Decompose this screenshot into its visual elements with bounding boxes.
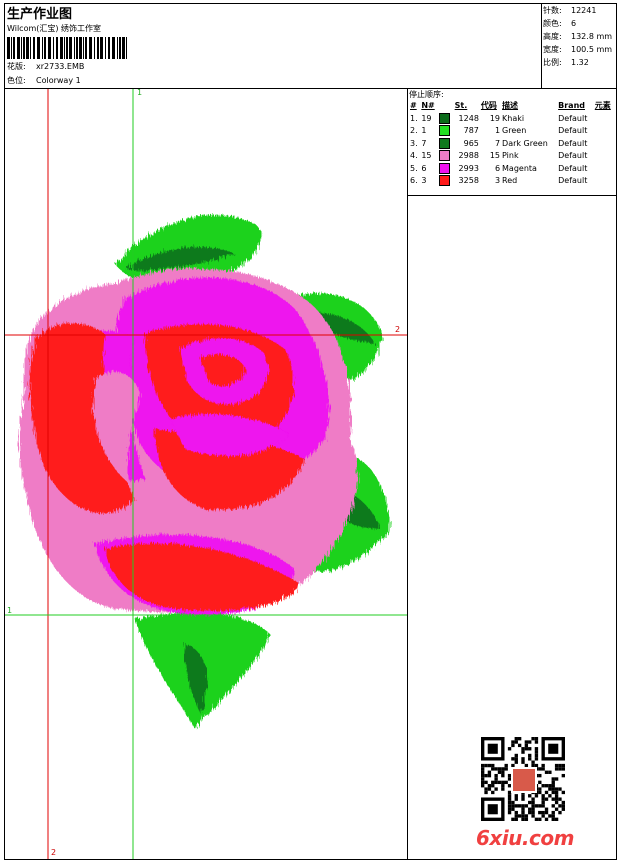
rose-embroidery [19, 214, 390, 729]
guide-label: 1 [137, 88, 143, 97]
stitch-count: 965 [463, 138, 479, 148]
row-index: 5. [410, 163, 418, 173]
watermark-logo: 6xiu.com [476, 826, 574, 850]
needle-number: 19 [421, 113, 432, 123]
row-index: 1. [410, 113, 418, 123]
color-description: Magenta [502, 163, 537, 173]
stat-label: 针数: [543, 6, 562, 15]
color-swatch-box [439, 125, 451, 136]
thread-brand: Default [558, 126, 588, 135]
color-description: Green [502, 126, 527, 135]
color-code: 6 [494, 163, 501, 173]
thread-brand: Default [558, 151, 588, 160]
color-swatch [438, 125, 453, 138]
color-description: Red [502, 176, 518, 185]
guide-label: 2 [51, 848, 57, 857]
element-cell [594, 150, 615, 163]
stitch-count: 787 [463, 126, 479, 135]
stat-value: 12241 [571, 6, 597, 15]
color-code: 1 [494, 126, 501, 135]
element-cell [594, 113, 615, 126]
stat-value: 100.5 mm [571, 45, 613, 54]
page-title: 生产作业图 [7, 7, 73, 22]
stat-label: 高度: [543, 32, 562, 41]
color-swatch-box [439, 175, 451, 186]
color-swatch [438, 175, 453, 188]
stitch-count: 2988 [458, 151, 479, 160]
color-description: Khaki [502, 113, 525, 123]
element-cell [594, 138, 615, 151]
needle-number: 7 [421, 138, 427, 148]
stitch-count: 2993 [458, 163, 479, 173]
col-header: 代码 [480, 101, 497, 110]
col-header: 元素 [594, 101, 611, 110]
row-index: 6. [410, 176, 418, 185]
element-cell [594, 175, 615, 188]
stat-value: 1.32 [571, 58, 589, 67]
color-swatch [438, 112, 453, 126]
stat-label: 颜色: [543, 19, 562, 28]
element-cell [594, 163, 615, 176]
table-row: 2. 1 787 1 Green Default [409, 125, 615, 138]
table-row: 5. 6 2993 6 Magenta Default [409, 162, 615, 176]
stat-value: 132.8 mm [571, 32, 613, 41]
col-header: St. [454, 101, 468, 110]
stitch-count: 1248 [458, 113, 479, 123]
colorway-label: 色位: [7, 76, 26, 85]
color-code: 19 [489, 113, 501, 123]
col-header: Brand [558, 101, 585, 110]
guide-label: 2 [395, 325, 401, 334]
color-code: 3 [494, 176, 501, 185]
table-row: 3. 7 965 7 Dark Green Default [409, 137, 615, 151]
design-label: 花版: [7, 62, 26, 71]
color-description: Pink [502, 151, 519, 160]
col-header [438, 100, 453, 113]
colorway-value: Colorway 1 [36, 76, 81, 85]
thread-brand: Default [558, 163, 588, 173]
thread-brand: Default [558, 138, 588, 148]
table-row: 6. 3 3258 3 Red Default [409, 175, 615, 188]
barcode [7, 37, 127, 59]
color-swatch [438, 150, 453, 163]
col-header: # [410, 101, 417, 110]
stat-label: 宽度: [543, 45, 562, 54]
stop-sequence-table: # N# St. 代码 描述 Brand 元素 1. 19 1248 19 Khaki D… [409, 100, 615, 188]
thread-brand: Default [558, 176, 588, 185]
needle-number: 3 [421, 176, 427, 185]
color-swatch [438, 162, 453, 176]
color-swatch-box [439, 162, 451, 174]
stitch-count: 3258 [458, 176, 479, 185]
stop-sequence-title: 停止顺序: [409, 90, 444, 99]
design-value: xr2733.EMB [36, 62, 85, 71]
stat-value: 6 [571, 19, 577, 28]
stat-label: 比例: [543, 58, 562, 67]
guide-label: 1 [7, 606, 13, 615]
design-canvas [5, 89, 407, 859]
color-description: Dark Green [502, 138, 548, 148]
software-label: Wilcom(汇宝) 绣饰工作室 [7, 24, 102, 33]
needle-number: 15 [421, 151, 432, 160]
element-cell [594, 125, 615, 138]
row-index: 4. [410, 151, 418, 160]
col-header: N# [421, 101, 435, 110]
color-code: 7 [494, 138, 501, 148]
table-row: 1. 19 1248 19 Khaki Default [409, 112, 615, 126]
row-index: 2. [410, 126, 418, 135]
seal-stamp [511, 767, 537, 793]
color-swatch-box [439, 137, 451, 149]
row-index: 3. [410, 138, 418, 148]
table-row: 4. 15 2988 15 Pink Default [409, 150, 615, 163]
table-header-row: # N# St. 代码 描述 Brand 元素 [409, 100, 615, 113]
thread-brand: Default [558, 113, 588, 123]
col-header: 描述 [502, 101, 519, 110]
color-code: 15 [489, 151, 501, 160]
color-swatch-box [439, 150, 451, 161]
color-swatch-box [439, 112, 451, 124]
needle-number: 1 [421, 126, 427, 135]
color-swatch [438, 137, 453, 151]
needle-number: 6 [421, 163, 427, 173]
